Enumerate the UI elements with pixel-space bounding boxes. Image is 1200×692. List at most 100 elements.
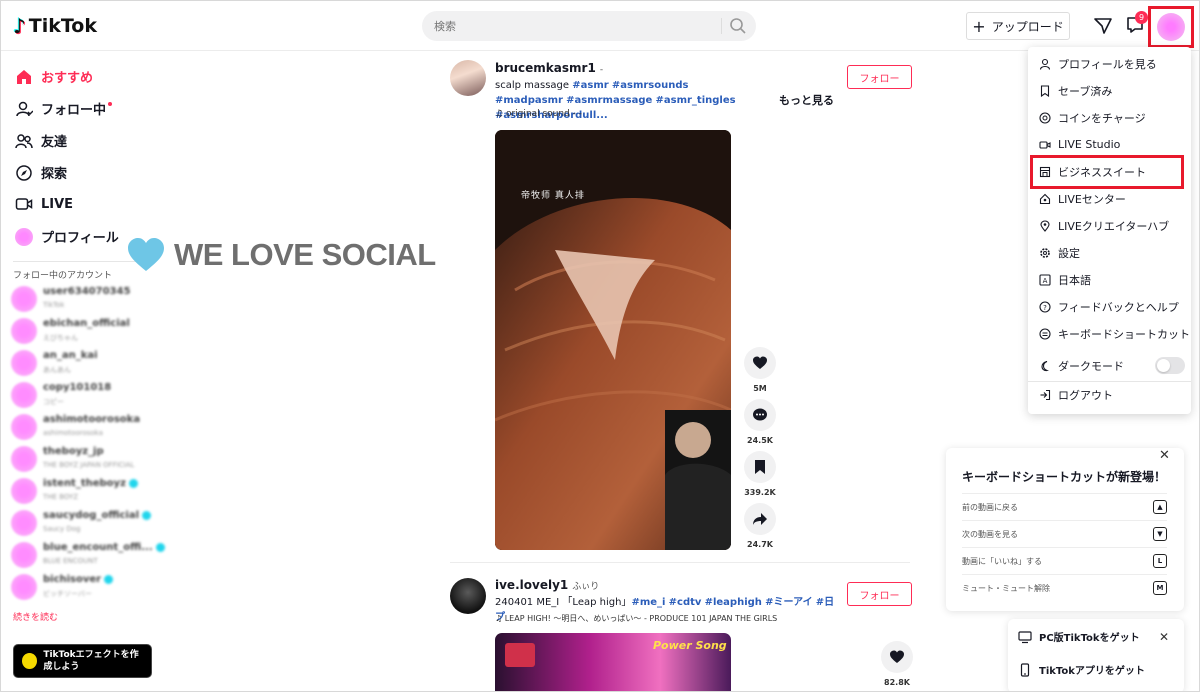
gear-icon bbox=[1040, 247, 1050, 258]
menu-item-feedback-help[interactable]: ? フィードバックとヘルプ bbox=[1028, 293, 1191, 320]
shortcut-row: 次の動画を見る ▼ bbox=[962, 520, 1167, 546]
share-icon bbox=[753, 513, 767, 525]
close-icon[interactable]: ✕ bbox=[1159, 448, 1170, 463]
top-header: ♪ TikTok + アップロード 9 bbox=[1, 1, 1199, 51]
key-cap: ▲ bbox=[1153, 500, 1167, 514]
menu-item-language[interactable]: A 日本語 bbox=[1028, 266, 1191, 293]
language-icon: A bbox=[1039, 273, 1051, 286]
post-author-avatar[interactable] bbox=[450, 60, 486, 96]
verified-icon bbox=[142, 510, 152, 520]
menu-item-coins[interactable]: コインをチャージ bbox=[1028, 104, 1191, 131]
save-button[interactable] bbox=[744, 451, 776, 483]
following-account[interactable]: theboyz_jp THE BOYZ JAPAN OFFICIAL bbox=[11, 444, 151, 474]
account-avatar bbox=[11, 318, 37, 344]
nav-friends[interactable]: 友達 bbox=[15, 131, 67, 150]
like-count: 82.8K bbox=[884, 678, 910, 687]
heart-icon bbox=[890, 650, 904, 663]
svg-text:A: A bbox=[1043, 277, 1048, 285]
following-icon bbox=[16, 101, 33, 116]
see-more-link[interactable]: 続きを読む bbox=[13, 610, 58, 623]
nav-live[interactable]: LIVE bbox=[15, 195, 73, 213]
watermark: WE LOVE SOCIAL bbox=[127, 237, 436, 273]
nav-profile[interactable]: プロフィール bbox=[15, 227, 119, 246]
keyboard-shortcut-panel: ✕ キーボードショートカットが新登場！ 前の動画に戻る ▲ 次の動画を見る ▼ 動画… bbox=[946, 448, 1184, 611]
close-icon[interactable]: ✕ bbox=[1159, 630, 1169, 644]
account-avatar bbox=[11, 382, 37, 408]
menu-item-view-profile[interactable]: プロフィールを見る bbox=[1028, 50, 1191, 77]
create-effect-button[interactable]: TikTokエフェクトを作成しよう bbox=[13, 644, 152, 678]
following-account[interactable]: ebichan_official えびちゃん bbox=[11, 316, 151, 346]
following-account[interactable]: bichisover ビッチソーバー bbox=[11, 572, 151, 602]
like-button[interactable] bbox=[881, 641, 913, 673]
post-username[interactable]: brucemkasmr1- bbox=[495, 61, 603, 75]
upload-button[interactable]: + アップロード bbox=[966, 12, 1070, 40]
nav-explore[interactable]: 探索 bbox=[15, 163, 67, 182]
follow-button[interactable]: フォロー bbox=[847, 65, 912, 89]
menu-item-live-studio[interactable]: LIVE Studio bbox=[1028, 131, 1191, 158]
key-cap: ▼ bbox=[1153, 527, 1167, 541]
get-pc-app-link[interactable]: PC版TikTokをゲット bbox=[1018, 629, 1140, 644]
header-avatar[interactable] bbox=[1157, 13, 1185, 41]
nav-for-you[interactable]: おすすめ bbox=[15, 67, 93, 86]
video-player[interactable]: Power Song bbox=[495, 633, 731, 691]
share-count: 24.7K bbox=[747, 540, 773, 549]
comment-icon bbox=[753, 408, 767, 421]
video-overlay-text: Power Song bbox=[653, 639, 727, 652]
like-button[interactable] bbox=[744, 347, 776, 379]
video-player[interactable]: 帝牧师 真人排 bbox=[495, 130, 731, 550]
see-more-caption[interactable]: もっと見る bbox=[779, 92, 834, 108]
new-dot bbox=[108, 102, 113, 106]
live-center-icon bbox=[1039, 193, 1051, 204]
nav-following[interactable]: フォロー中 bbox=[15, 99, 113, 118]
live-studio-icon bbox=[1039, 140, 1051, 149]
home-icon bbox=[17, 69, 31, 84]
feed-divider bbox=[450, 562, 910, 563]
keyboard-icon bbox=[1039, 327, 1051, 340]
dark-mode-toggle[interactable] bbox=[1155, 357, 1185, 374]
menu-item-settings[interactable]: 設定 bbox=[1028, 239, 1191, 266]
menu-item-creator-hub[interactable]: LIVEクリエイターハブ bbox=[1028, 212, 1191, 239]
video-overlay-text: 帝牧师 真人排 bbox=[521, 191, 585, 201]
get-mobile-app-link[interactable]: TikTokアプリをゲット bbox=[1018, 662, 1145, 677]
messages-icon[interactable] bbox=[1093, 16, 1113, 36]
follow-button[interactable]: フォロー bbox=[847, 582, 912, 606]
following-account[interactable]: an_an_kai あんあん bbox=[11, 348, 151, 378]
menu-item-keyboard-shortcuts[interactable]: キーボードショートカット bbox=[1028, 320, 1191, 347]
menu-item-saved[interactable]: セーブ済み bbox=[1028, 77, 1191, 104]
post-sound[interactable]: ♫ LEAP HIGH! ～明日へ、めいっぱい～ - PRODUCE 101 J… bbox=[495, 613, 777, 624]
logout-icon bbox=[1040, 389, 1051, 400]
user-icon bbox=[1039, 58, 1051, 70]
save-count: 339.2K bbox=[744, 488, 776, 497]
following-account[interactable]: user634070345 TikTok bbox=[11, 284, 151, 314]
post-username[interactable]: ive.lovely1 ふぃり bbox=[495, 578, 599, 592]
verified-icon bbox=[104, 574, 114, 584]
following-account[interactable]: copy101018 コピー bbox=[11, 380, 151, 410]
profile-avatar bbox=[15, 227, 33, 246]
comment-button[interactable] bbox=[744, 399, 776, 431]
post-author-avatar[interactable] bbox=[450, 578, 486, 614]
get-app-panel: PC版TikTokをゲット ✕ TikTokアプリをゲット bbox=[1008, 619, 1184, 691]
following-account[interactable]: istent_theboyz THE BOYZ bbox=[11, 476, 151, 506]
profile-avatar-highlight[interactable] bbox=[1148, 6, 1194, 48]
verified-icon bbox=[155, 542, 165, 552]
like-count: 5M bbox=[753, 384, 767, 393]
search-input[interactable] bbox=[434, 17, 714, 35]
search-icon[interactable] bbox=[728, 16, 748, 36]
heart-icon bbox=[753, 356, 767, 369]
phone-icon bbox=[1020, 662, 1030, 677]
following-account[interactable]: saucydog_official Saucy Dog bbox=[11, 508, 152, 538]
shortcut-row: 前の動画に戻る ▲ bbox=[962, 493, 1167, 519]
share-button[interactable] bbox=[744, 503, 776, 535]
account-avatar bbox=[11, 446, 37, 472]
tiktok-logo[interactable]: ♪ TikTok bbox=[13, 14, 97, 38]
menu-item-logout[interactable]: ログアウト bbox=[1028, 381, 1191, 408]
following-account[interactable]: blue_encount_offi... BLUE ENCOUNT bbox=[11, 540, 165, 570]
comment-count: 24.5K bbox=[747, 436, 773, 445]
menu-item-live-center[interactable]: LIVEセンター bbox=[1028, 185, 1191, 212]
following-account[interactable]: ashimotoorosoka ashimotoorosoka bbox=[11, 412, 151, 442]
bookmark-icon bbox=[755, 460, 765, 474]
help-icon: ? bbox=[1039, 300, 1051, 313]
post-sound[interactable]: ♫ original sound - - bbox=[495, 109, 582, 119]
business-suite-highlight bbox=[1030, 155, 1184, 189]
effect-icon bbox=[22, 653, 38, 669]
